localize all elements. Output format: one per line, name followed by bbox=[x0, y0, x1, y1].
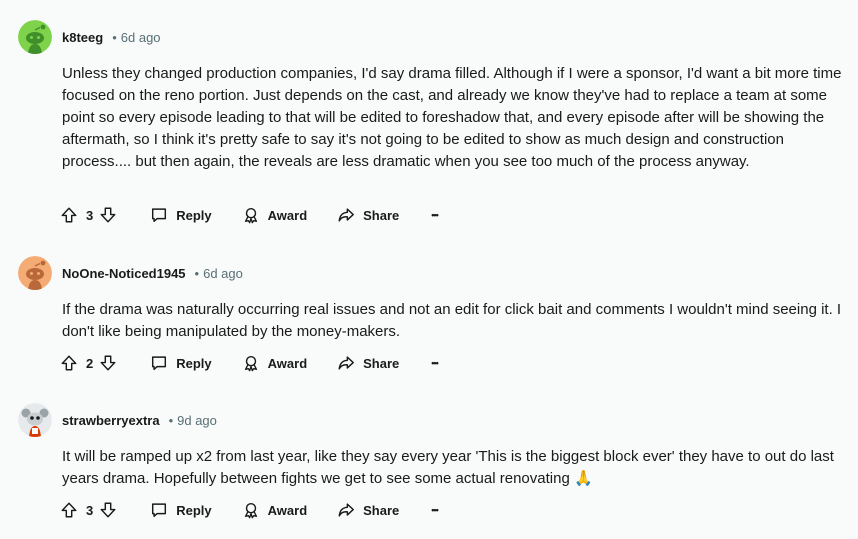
reply-label: Reply bbox=[176, 207, 212, 223]
reply-button[interactable]: Reply bbox=[150, 501, 212, 519]
upvote-icon bbox=[61, 502, 77, 518]
share-button[interactable]: Share bbox=[337, 354, 399, 372]
more-options-button[interactable]: ••• bbox=[431, 358, 439, 368]
more-options-icon: ••• bbox=[431, 505, 439, 515]
share-arrow-icon bbox=[338, 208, 355, 222]
share-label: Share bbox=[363, 207, 400, 223]
share-button[interactable]: Share bbox=[337, 501, 399, 519]
author-name[interactable]: NoOne-Noticed1945 bbox=[62, 266, 186, 281]
author-name[interactable]: k8teeg bbox=[62, 30, 103, 45]
comment-age[interactable]: 9d ago bbox=[177, 413, 217, 428]
share-arrow-icon bbox=[338, 503, 355, 517]
comment-meta: strawberryextra • 9d ago bbox=[62, 410, 217, 430]
vote-count: 3 bbox=[86, 502, 94, 518]
downvote-button[interactable] bbox=[99, 354, 117, 372]
avatar[interactable] bbox=[18, 20, 52, 54]
award-button[interactable]: Award bbox=[242, 206, 308, 224]
snoo-avatar-icon bbox=[18, 256, 52, 290]
downvote-button[interactable] bbox=[99, 501, 117, 519]
downvote-icon bbox=[100, 502, 116, 518]
award-icon bbox=[244, 355, 257, 372]
more-options-button[interactable]: ••• bbox=[431, 505, 439, 515]
upvote-button[interactable] bbox=[60, 354, 78, 372]
upvote-button[interactable] bbox=[60, 206, 78, 224]
author-name[interactable]: strawberryextra bbox=[62, 413, 160, 428]
downvote-icon bbox=[100, 355, 116, 371]
comment-bubble-icon bbox=[152, 356, 167, 371]
more-options-icon: ••• bbox=[431, 358, 439, 368]
vote-count: 2 bbox=[86, 355, 94, 371]
comment-age[interactable]: 6d ago bbox=[121, 30, 161, 45]
comment-body: Unless they changed production companies… bbox=[62, 65, 842, 170]
share-label: Share bbox=[363, 355, 400, 371]
more-options-button[interactable]: ••• bbox=[431, 210, 439, 220]
vote-count: 3 bbox=[86, 207, 94, 223]
comment-body: It will be ramped up x2 from last year, … bbox=[62, 448, 834, 487]
reply-label: Reply bbox=[176, 502, 212, 518]
upvote-button[interactable] bbox=[60, 501, 78, 519]
avatar[interactable] bbox=[18, 256, 52, 290]
more-options-icon: ••• bbox=[431, 210, 439, 220]
downvote-button[interactable] bbox=[99, 206, 117, 224]
comment-actions: 3 Reply Award Share ••• bbox=[60, 201, 439, 229]
comment-body: If the drama was naturally occurring rea… bbox=[62, 301, 842, 340]
comment-bubble-icon bbox=[152, 208, 167, 223]
share-arrow-icon bbox=[338, 356, 355, 370]
comment-bubble-icon bbox=[152, 503, 167, 518]
award-button[interactable]: Award bbox=[242, 354, 308, 372]
reply-button[interactable]: Reply bbox=[150, 206, 212, 224]
award-button[interactable]: Award bbox=[242, 501, 308, 519]
comment-meta: k8teeg • 6d ago bbox=[62, 27, 161, 47]
award-label: Award bbox=[267, 502, 308, 518]
separator-dot: • bbox=[112, 29, 117, 45]
award-icon bbox=[244, 207, 257, 224]
comment-actions: 2 Reply Award Share ••• bbox=[60, 349, 439, 377]
award-label: Award bbox=[267, 207, 308, 223]
avatar[interactable] bbox=[18, 403, 52, 437]
share-button[interactable]: Share bbox=[337, 206, 399, 224]
comment-age[interactable]: 6d ago bbox=[203, 266, 243, 281]
award-icon bbox=[244, 502, 257, 519]
downvote-icon bbox=[100, 207, 116, 223]
reply-button[interactable]: Reply bbox=[150, 354, 212, 372]
reply-label: Reply bbox=[176, 355, 212, 371]
snoo-avatar-icon bbox=[18, 403, 52, 437]
comment-actions: 3 Reply Award Share ••• bbox=[60, 496, 439, 524]
share-label: Share bbox=[363, 502, 400, 518]
separator-dot: • bbox=[168, 412, 174, 428]
comment-meta: NoOne-Noticed1945 • 6d ago bbox=[62, 263, 243, 283]
upvote-icon bbox=[61, 355, 77, 371]
separator-dot: • bbox=[194, 265, 200, 281]
upvote-icon bbox=[61, 207, 77, 223]
award-label: Award bbox=[267, 355, 308, 371]
snoo-avatar-icon bbox=[18, 20, 52, 54]
